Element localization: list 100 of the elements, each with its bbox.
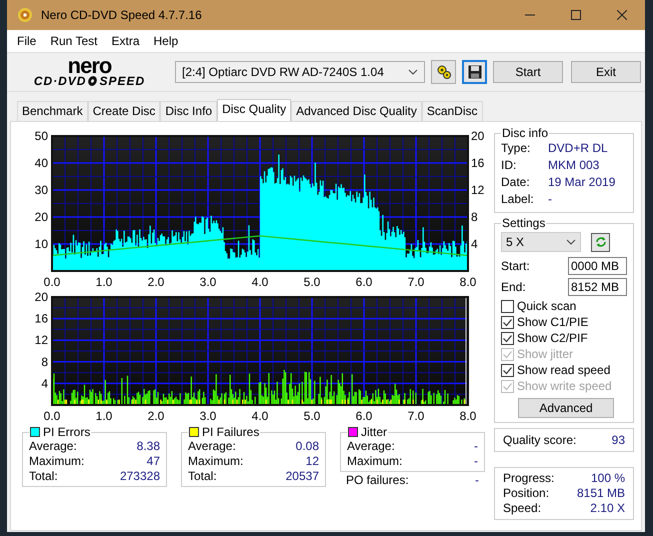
axis-label: 20 [34,290,48,304]
start-button[interactable]: Start [493,61,563,83]
axis-label: 6.0 [356,409,372,423]
tab[interactable]: Disc Quality [217,99,292,121]
field-label: End: [501,280,526,294]
progress-value: 8151 MB [576,486,625,501]
stat-label: Average: [347,439,395,454]
drive-dropdown[interactable]: [2:4] Optiarc DVD RW AD-7240S 1.04 [175,61,425,83]
quality-label: Quality score: [503,433,576,447]
axis-label: 4.0 [252,275,268,289]
checkbox-label: Show C2/PIF [517,331,588,346]
refresh-icon [594,235,608,249]
menu-item[interactable]: File [10,34,44,48]
logo-wordmark: nero [68,56,112,74]
exit-button[interactable]: Exit [571,61,641,83]
stat-value: 47 [146,454,160,469]
gears-icon [436,64,452,80]
maximize-icon[interactable] [571,10,581,20]
checkbox-label: Show jitter [517,347,574,362]
field-label: Start: [501,259,530,273]
menu-item[interactable]: Extra [104,34,146,48]
stat-value: - [475,473,479,488]
axis-label: 1.0 [96,409,112,423]
axis-label: 3.0 [200,275,216,289]
menu-item[interactable]: Help [146,34,186,48]
drive-settings-button[interactable] [431,60,456,84]
axis-label: 7.0 [408,409,424,423]
checkbox-label: Show read speed [517,363,610,378]
advanced-button[interactable]: Advanced [518,398,614,418]
info-label: Label: [501,191,535,208]
axis-label: 2.0 [148,409,164,423]
tab[interactable]: Disc Info [160,101,218,121]
axis-label: 6.0 [356,275,372,289]
axis-label: 8 [471,210,478,224]
stat-value: 20537 [286,469,319,484]
axis-label: 50 [34,129,48,143]
axis-label: 12 [34,333,48,348]
axis-label: 20 [471,129,484,143]
checkbox-label: Quick scan [517,299,576,314]
axis-label: 20 [34,210,48,224]
progress-label: Speed: [503,501,542,516]
axis-label: 16 [34,312,48,326]
progress-value: 100 % [590,471,625,486]
checkbox[interactable] [501,300,514,313]
stat-label: Maximum: [29,454,84,469]
group-title: Jitter [361,425,388,439]
tab[interactable]: Benchmark [17,101,88,121]
disc-icon [87,75,98,87]
stat-value: 8.38 [136,439,160,454]
info-value: MKM 003 [548,157,600,174]
axis-label: 16 [471,156,484,170]
axis-label: 8.0 [460,275,476,289]
axis-label: 12 [471,183,484,197]
axis-label: 3.0 [200,409,216,423]
quality-value: 93 [612,433,625,447]
stat-label: Average: [29,439,77,454]
start-field[interactable]: 0000 MB [568,257,627,275]
menu-item[interactable]: Run Test [43,34,104,48]
stat-value: 12 [306,454,319,469]
speed-dropdown[interactable]: 5 X [501,232,581,252]
checkbox-label: Show C1/PIE [517,315,588,330]
end-field[interactable]: 8152 MB [568,278,627,296]
app-icon [17,7,33,23]
axis-label: 0.0 [44,409,60,423]
stat-value: 273328 [120,469,160,484]
info-value: 19 Mar 2019 [548,174,616,191]
tab[interactable]: Advanced Disc Quality [291,101,422,121]
progress-label: Progress: [503,471,554,486]
axis-label: 30 [34,183,48,197]
refresh-button[interactable] [591,232,610,252]
stat-label: Maximum: [188,454,244,469]
progress-label: Position: [503,486,550,501]
stat-label: Average: [188,439,236,454]
axis-label: 1.0 [96,275,112,289]
floppy-icon [466,64,482,80]
axis-label: 40 [34,156,48,170]
group-title: Settings [501,216,546,230]
stat-label: Maximum: [347,454,402,469]
checkbox[interactable] [501,316,514,329]
stat-label: Total: [29,469,58,484]
axis-label: 0.0 [44,275,60,289]
axis-label: 7.0 [408,275,424,289]
window-title: Nero CD-DVD Speed 4.7.7.16 [41,8,203,22]
checkbox[interactable] [501,332,514,345]
stat-label: Total: [188,469,217,484]
info-label: Type: [501,140,532,157]
tab[interactable]: Create Disc [88,101,160,121]
stat-label: PO failures: [346,473,409,488]
axis-label: 4 [41,376,48,390]
group-title: PI Errors [43,425,90,439]
tab[interactable]: ScanDisc [422,101,483,121]
save-button[interactable] [462,60,487,84]
chevron-icon [408,69,418,75]
axis-label: 4 [471,237,478,251]
close-icon[interactable] [617,10,627,20]
axis-label: 4.0 [252,409,268,423]
info-label: ID: [501,157,518,174]
axis-label: 8 [41,354,48,369]
info-value: DVD+R DL [548,140,608,157]
checkbox[interactable] [501,364,514,377]
